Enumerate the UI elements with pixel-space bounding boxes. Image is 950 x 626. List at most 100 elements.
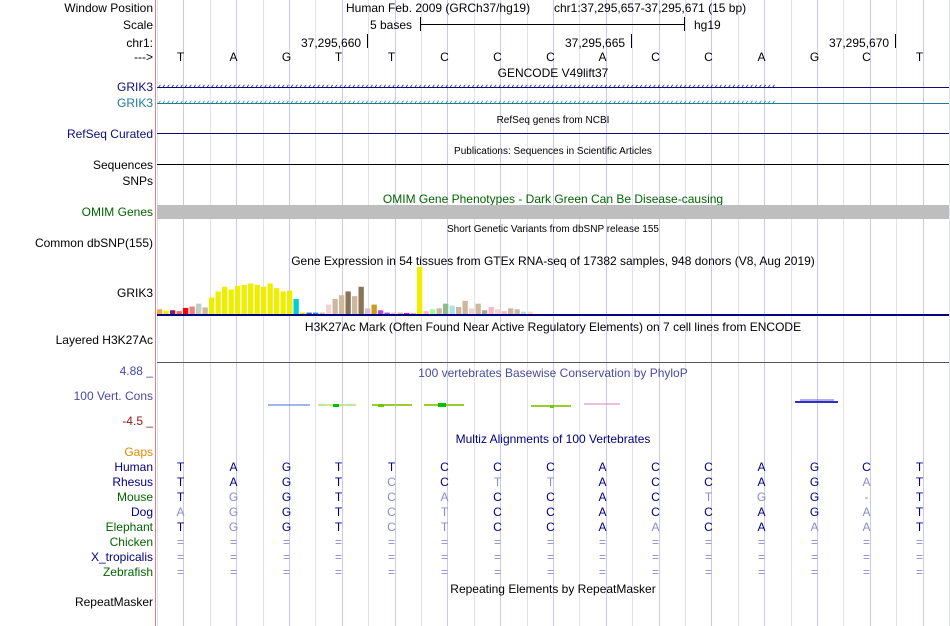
gtex-tissue-bar <box>371 304 377 314</box>
track-title-publications: Publications: Sequences in Scientific Ar… <box>454 146 652 157</box>
alignment-base: = <box>493 565 501 579</box>
alignment-base: T <box>915 520 924 534</box>
strand-arrow-label: ---> <box>134 50 153 64</box>
track-label-grik3-gencode-alt[interactable]: GRIK3 <box>117 96 153 110</box>
species-label[interactable]: Chicken <box>110 535 153 549</box>
track-title-gencode: GENCODE V49lift37 <box>497 66 609 80</box>
alignment-base: = <box>387 550 395 564</box>
alignment-base: = <box>387 535 395 549</box>
alignment-base: A <box>810 520 819 534</box>
alignment-base: G <box>809 475 820 489</box>
reference-base: C <box>546 50 555 64</box>
reference-base: G <box>281 50 292 64</box>
scale-label: Scale <box>122 18 153 32</box>
refseq-gene-line[interactable] <box>157 133 949 134</box>
gtex-tissue-bar <box>475 303 481 314</box>
alignment-base: A <box>176 505 185 519</box>
phylop-conservation-plot[interactable] <box>0 396 950 416</box>
track-title-phylop: 100 vertebrates Basewise Conservation by… <box>418 366 688 380</box>
gtex-tissue-bar <box>215 291 221 314</box>
alignment-base: C <box>493 505 502 519</box>
alignment-base: T <box>387 460 396 474</box>
species-label[interactable]: Mouse <box>117 490 153 504</box>
species-label[interactable]: Human <box>114 460 153 474</box>
alignment-base: C <box>546 490 555 504</box>
alignment-base: = <box>757 550 765 564</box>
alignment-base: G <box>756 490 767 504</box>
species-label[interactable]: Dog <box>131 505 153 519</box>
alignment-base: C <box>651 475 660 489</box>
alignment-base: T <box>440 520 449 534</box>
gtex-tissue-bar <box>254 284 260 314</box>
track-label-dbsnp[interactable]: Common dbSNP(155) <box>35 236 153 250</box>
gene-strand-grik3-1[interactable]: ‹‹‹‹‹‹‹‹‹‹‹‹‹‹‹‹‹‹‹‹‹‹‹‹‹‹‹‹‹‹‹‹‹‹‹‹‹‹‹‹… <box>157 84 949 91</box>
reference-base: A <box>229 50 238 64</box>
gtex-tissue-bar <box>332 298 338 314</box>
alignment-base: C <box>546 505 555 519</box>
scale-bar <box>420 24 684 25</box>
alignment-base: = <box>282 550 290 564</box>
gtex-tissue-bar <box>280 291 286 314</box>
cons-max-value: 4.88 _ <box>119 364 153 378</box>
alignment-base: A <box>229 475 238 489</box>
gtex-tissue-bar <box>209 297 215 314</box>
alignment-base: = <box>810 535 818 549</box>
alignment-base: A <box>757 475 766 489</box>
alignment-base: C <box>546 520 555 534</box>
omim-gene-bar[interactable] <box>157 205 949 219</box>
species-label[interactable]: Zebrafish <box>103 565 153 579</box>
track-label-gaps[interactable]: Gaps <box>124 445 153 459</box>
assembly-name: Human Feb. 2009 (GRCh37/hg19) <box>346 1 531 15</box>
track-label-sequences[interactable]: Sequences <box>93 158 153 172</box>
alignment-base: A <box>862 505 871 519</box>
scale-db: hg19 <box>694 18 721 32</box>
alignment-base: T <box>440 505 449 519</box>
track-title-gtex: Gene Expression in 54 tissues from GTEx … <box>291 254 815 268</box>
reference-base: C <box>651 50 660 64</box>
alignment-base: C <box>862 460 871 474</box>
gtex-tissue-bar <box>293 298 299 314</box>
gtex-expression-chart[interactable] <box>0 267 950 317</box>
track-label-grik3-gencode[interactable]: GRIK3 <box>117 80 153 94</box>
species-label[interactable]: Rhesus <box>112 475 153 489</box>
reference-base: T <box>334 50 343 64</box>
alignment-base: = <box>862 535 870 549</box>
alignment-base: A <box>757 460 766 474</box>
alignment-base: C <box>704 520 713 534</box>
alignment-base: = <box>862 550 870 564</box>
alignment-base: = <box>229 550 237 564</box>
alignment-base: A <box>598 460 607 474</box>
alignment-base: = <box>651 535 659 549</box>
alignment-base: = <box>915 535 923 549</box>
coord-label-1: 37,295,660 <box>301 36 362 50</box>
alignment-base: T <box>546 475 555 489</box>
gtex-tissue-bar <box>345 291 351 314</box>
alignment-base: A <box>598 475 607 489</box>
scale-bar-tick-left <box>420 17 421 31</box>
gtex-baseline <box>157 314 949 316</box>
alignment-base: C <box>387 490 396 504</box>
gtex-tissue-bar <box>462 300 468 314</box>
gtex-tissue-bar <box>339 295 345 314</box>
alignment-base: = <box>915 565 923 579</box>
alignment-base: A <box>598 505 607 519</box>
alignment-base: = <box>704 550 712 564</box>
species-label[interactable]: Elephant <box>106 520 153 534</box>
alignment-base: = <box>282 565 290 579</box>
track-label-repeatmasker[interactable]: RepeatMasker <box>75 595 153 609</box>
gene-strand-grik3-2[interactable]: ‹‹‹‹‹‹‹‹‹‹‹‹‹‹‹‹‹‹‹‹‹‹‹‹‹‹‹‹‹‹‹‹‹‹‹‹‹‹‹‹… <box>157 100 949 107</box>
track-title-repeatmasker: Repeating Elements by RepeatMasker <box>450 582 656 596</box>
alignment-base: C <box>651 490 660 504</box>
alignment-base: A <box>440 490 449 504</box>
track-label-omim[interactable]: OMIM Genes <box>82 205 153 219</box>
alignment-base: G <box>281 475 292 489</box>
track-label-refseq[interactable]: RefSeq Curated <box>67 127 153 141</box>
species-label[interactable]: X_tropicalis <box>91 550 153 564</box>
track-label-snps[interactable]: SNPs <box>122 174 153 188</box>
gtex-tissue-bar <box>241 284 247 314</box>
alignment-base: T <box>704 490 713 504</box>
alignment-base: = <box>282 535 290 549</box>
sequences-line[interactable] <box>157 164 949 165</box>
track-label-h3k27ac[interactable]: Layered H3K27Ac <box>56 333 153 347</box>
alignment-base: = <box>651 565 659 579</box>
